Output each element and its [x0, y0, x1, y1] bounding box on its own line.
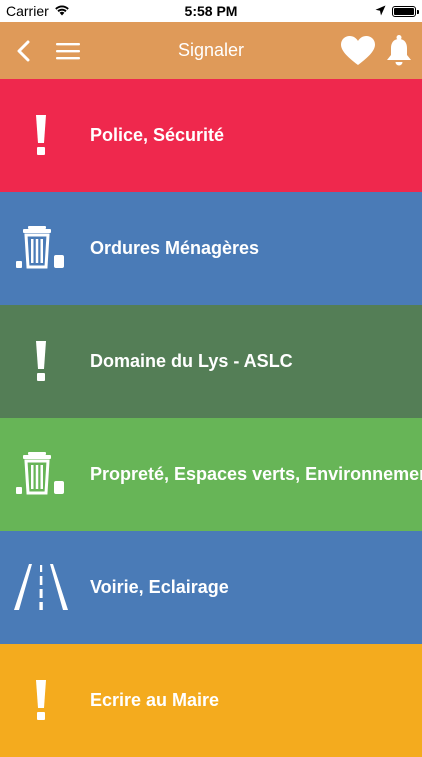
category-row-voirie-eclairage[interactable]: Voirie, Eclairage — [0, 531, 422, 644]
category-row-proprete-environnement[interactable]: Propreté, Espaces verts, Environnement — [0, 418, 422, 531]
exclamation-icon — [12, 331, 70, 391]
status-time: 5:58 PM — [184, 3, 238, 19]
category-row-police-securite[interactable]: Police, Sécurité — [0, 79, 422, 192]
category-row-ecrire-au-maire[interactable]: Ecrire au Maire — [0, 644, 422, 757]
road-icon — [12, 557, 70, 617]
category-row-ordures-menageres[interactable]: Ordures Ménagères — [0, 192, 422, 305]
category-row-domaine-du-lys[interactable]: Domaine du Lys - ASLC — [0, 305, 422, 418]
category-label: Voirie, Eclairage — [90, 577, 229, 597]
favorites-button[interactable] — [340, 22, 376, 79]
trash-bin-icon — [12, 218, 70, 278]
category-label: Domaine du Lys - ASLC — [90, 351, 293, 371]
category-list: Police, Sécurité Ordures Ménagères Domai — [0, 79, 422, 757]
category-label: Ordures Ménagères — [90, 238, 260, 258]
battery-icon — [392, 5, 419, 17]
notifications-button[interactable] — [384, 22, 414, 79]
exclamation-icon — [12, 670, 70, 730]
navigation-bar: Signaler — [0, 22, 422, 79]
location-arrow-icon — [375, 3, 386, 19]
category-label: Propreté, Espaces verts, Environnement — [90, 464, 422, 484]
category-label: Police, Sécurité — [90, 125, 225, 145]
category-label: Ecrire au Maire — [90, 690, 220, 710]
status-right — [375, 3, 419, 19]
status-bar: Carrier 5:58 PM — [0, 0, 422, 22]
exclamation-icon — [12, 105, 70, 165]
trash-bin-icon — [12, 444, 70, 504]
heart-icon — [341, 35, 375, 65]
bell-icon — [387, 34, 411, 65]
